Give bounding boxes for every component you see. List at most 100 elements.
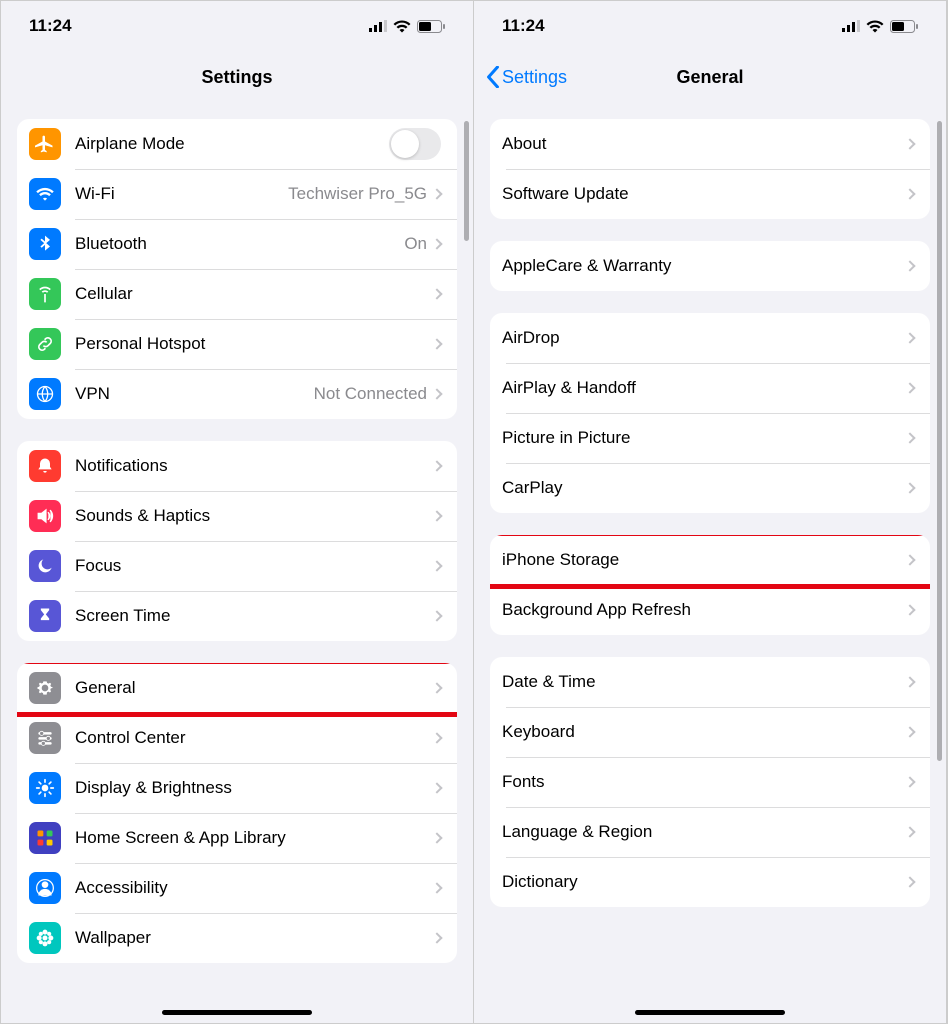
- row-label: Personal Hotspot: [75, 334, 433, 354]
- row-label: Wallpaper: [75, 928, 433, 948]
- row-sounds[interactable]: Sounds & Haptics: [17, 491, 457, 541]
- home-indicator[interactable]: [635, 1010, 785, 1015]
- row-general[interactable]: General: [17, 663, 457, 713]
- row-label: VPN: [75, 384, 314, 404]
- row-focus[interactable]: Focus: [17, 541, 457, 591]
- chevron-right-icon: [431, 460, 442, 471]
- cellular-icon: [842, 20, 860, 32]
- wifi-status-icon: [393, 20, 411, 33]
- sun-icon: [29, 772, 61, 804]
- row-label: Control Center: [75, 728, 433, 748]
- settings-group: General Control Center Display & Brightnes…: [17, 663, 457, 963]
- row-notifications[interactable]: Notifications: [17, 441, 457, 491]
- speaker-icon: [29, 500, 61, 532]
- nav-bar: Settings: [1, 51, 473, 103]
- status-bar: 11:24: [474, 1, 946, 51]
- chevron-right-icon: [431, 288, 442, 299]
- scrollbar[interactable]: [937, 121, 942, 761]
- row-label: iPhone Storage: [502, 550, 906, 570]
- chevron-right-icon: [904, 332, 915, 343]
- row-value: Not Connected: [314, 384, 427, 404]
- gear-icon: [29, 672, 61, 704]
- status-time: 11:24: [502, 16, 545, 36]
- hourglass-icon: [29, 600, 61, 632]
- settings-group: Notifications Sounds & HapticsFocus Screen…: [17, 441, 457, 641]
- row-controlcenter[interactable]: Control Center: [17, 713, 457, 763]
- chevron-right-icon: [431, 238, 442, 249]
- chevron-right-icon: [431, 832, 442, 843]
- grid-icon: [29, 822, 61, 854]
- toggle-airplane[interactable]: [389, 128, 441, 160]
- row-dictionary[interactable]: Dictionary: [490, 857, 930, 907]
- row-keyboard[interactable]: Keyboard: [490, 707, 930, 757]
- row-label: Picture in Picture: [502, 428, 906, 448]
- home-indicator[interactable]: [162, 1010, 312, 1015]
- row-airdrop[interactable]: AirDrop: [490, 313, 930, 363]
- row-software[interactable]: Software Update: [490, 169, 930, 219]
- wifi-status-icon: [866, 20, 884, 33]
- row-label: Screen Time: [75, 606, 433, 626]
- cellular-icon: [369, 20, 387, 32]
- row-language[interactable]: Language & Region: [490, 807, 930, 857]
- airplane-icon: [29, 128, 61, 160]
- row-applecare[interactable]: AppleCare & Warranty: [490, 241, 930, 291]
- row-airplane[interactable]: Airplane Mode: [17, 119, 457, 169]
- chevron-right-icon: [904, 138, 915, 149]
- row-pip[interactable]: Picture in Picture: [490, 413, 930, 463]
- row-accessibility[interactable]: Accessibility: [17, 863, 457, 913]
- row-label: Keyboard: [502, 722, 906, 742]
- person-icon: [29, 872, 61, 904]
- row-fonts[interactable]: Fonts: [490, 757, 930, 807]
- row-bluetooth[interactable]: BluetoothOn: [17, 219, 457, 269]
- settings-group: iPhone Storage Background App Refresh: [490, 535, 930, 635]
- chevron-right-icon: [431, 560, 442, 571]
- chevron-right-icon: [904, 188, 915, 199]
- row-label: Software Update: [502, 184, 906, 204]
- back-button[interactable]: Settings: [486, 66, 567, 88]
- row-label: Language & Region: [502, 822, 906, 842]
- scrollbar[interactable]: [464, 121, 469, 241]
- row-label: AirPlay & Handoff: [502, 378, 906, 398]
- row-display[interactable]: Display & Brightness: [17, 763, 457, 813]
- row-bgrefresh[interactable]: Background App Refresh: [490, 585, 930, 635]
- row-label: Display & Brightness: [75, 778, 433, 798]
- row-label: Airplane Mode: [75, 134, 389, 154]
- row-datetime[interactable]: Date & Time: [490, 657, 930, 707]
- link-icon: [29, 328, 61, 360]
- row-wallpaper[interactable]: Wallpaper: [17, 913, 457, 963]
- row-label: CarPlay: [502, 478, 906, 498]
- row-label: Home Screen & App Library: [75, 828, 433, 848]
- nav-title: Settings: [1, 67, 473, 88]
- row-label: Wi-Fi: [75, 184, 288, 204]
- settings-group: Date & Time Keyboard Fonts Language & Regio…: [490, 657, 930, 907]
- status-icons: [842, 20, 918, 33]
- globe-icon: [29, 378, 61, 410]
- chevron-right-icon: [431, 388, 442, 399]
- row-wifi[interactable]: Wi-FiTechwiser Pro_5G: [17, 169, 457, 219]
- settings-group: Airplane ModeWi-FiTechwiser Pro_5GBlueto…: [17, 119, 457, 419]
- general-screen: 11:24 Settings General AboutSoftware Upd…: [474, 1, 947, 1023]
- row-label: Cellular: [75, 284, 433, 304]
- row-label: About: [502, 134, 906, 154]
- row-vpn[interactable]: VPNNot Connected: [17, 369, 457, 419]
- row-cellular[interactable]: Cellular: [17, 269, 457, 319]
- row-label: Notifications: [75, 456, 433, 476]
- row-label: AirDrop: [502, 328, 906, 348]
- row-label: Bluetooth: [75, 234, 404, 254]
- row-about[interactable]: About: [490, 119, 930, 169]
- settings-content[interactable]: Airplane ModeWi-FiTechwiser Pro_5GBlueto…: [1, 103, 473, 1023]
- chevron-right-icon: [904, 776, 915, 787]
- row-carplay[interactable]: CarPlay: [490, 463, 930, 513]
- row-screentime[interactable]: Screen Time: [17, 591, 457, 641]
- chevron-right-icon: [431, 732, 442, 743]
- row-airplay[interactable]: AirPlay & Handoff: [490, 363, 930, 413]
- sliders-icon: [29, 722, 61, 754]
- chevron-right-icon: [431, 882, 442, 893]
- row-storage[interactable]: iPhone Storage: [490, 535, 930, 585]
- row-label: General: [75, 678, 433, 698]
- general-content[interactable]: About Software Update AppleCare & Warranty…: [474, 103, 946, 1023]
- row-homescreen[interactable]: Home Screen & App Library: [17, 813, 457, 863]
- chevron-right-icon: [431, 610, 442, 621]
- row-hotspot[interactable]: Personal Hotspot: [17, 319, 457, 369]
- chevron-right-icon: [904, 260, 915, 271]
